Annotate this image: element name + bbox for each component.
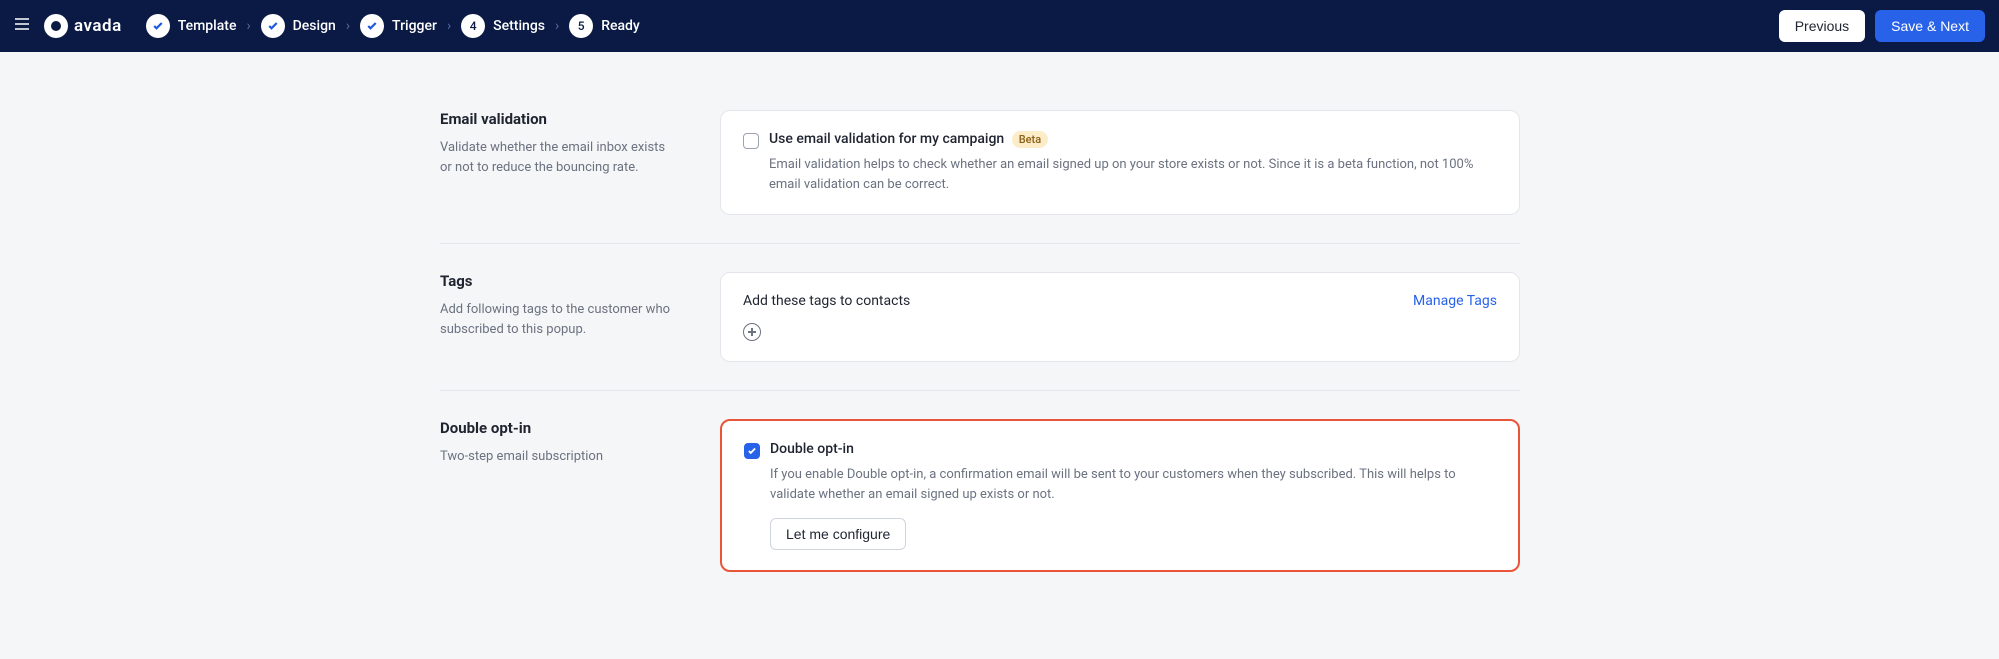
email-validation-checkbox[interactable]	[743, 133, 759, 149]
previous-button[interactable]: Previous	[1779, 10, 1865, 42]
menu-toggle-icon[interactable]	[14, 16, 30, 36]
email-validation-hint: Email validation helps to check whether …	[769, 155, 1497, 194]
step-template[interactable]: Template	[146, 14, 237, 38]
save-next-button[interactable]: Save & Next	[1875, 10, 1985, 42]
section-description: Validate whether the email inbox exists …	[440, 138, 670, 177]
email-validation-card: Use email validation for my campaign Bet…	[720, 110, 1520, 215]
step-number-badge: 5	[569, 14, 593, 38]
section-double-optin: Double opt-in Two-step email subscriptio…	[440, 391, 1520, 600]
chevron-right-icon: ›	[447, 18, 451, 34]
section-title: Tags	[440, 272, 670, 290]
step-ready[interactable]: 5 Ready	[569, 14, 640, 38]
chevron-right-icon: ›	[555, 18, 559, 34]
configure-button[interactable]: Let me configure	[770, 518, 906, 550]
section-description: Two-step email subscription	[440, 447, 670, 467]
section-tags: Tags Add following tags to the customer …	[440, 244, 1520, 391]
manage-tags-link[interactable]: Manage Tags	[1413, 293, 1497, 309]
tags-card-title: Add these tags to contacts	[743, 293, 910, 309]
settings-content: Email validation Validate whether the em…	[420, 52, 1540, 630]
step-design[interactable]: Design	[261, 14, 336, 38]
add-tag-button[interactable]	[743, 323, 761, 341]
plus-icon	[747, 327, 757, 337]
check-icon	[146, 14, 170, 38]
wizard-steps: Template › Design › Trigger › 4 Settings	[146, 14, 640, 38]
step-trigger[interactable]: Trigger	[360, 14, 437, 38]
double-optin-checkbox[interactable]	[744, 443, 760, 459]
step-number-badge: 4	[461, 14, 485, 38]
section-title: Email validation	[440, 110, 670, 128]
chevron-right-icon: ›	[246, 18, 250, 34]
tags-card: Add these tags to contacts Manage Tags	[720, 272, 1520, 362]
beta-badge: Beta	[1012, 131, 1048, 148]
section-description: Add following tags to the customer who s…	[440, 300, 670, 339]
brand-logo-icon	[44, 14, 68, 38]
checkbox-label: Double opt-in	[770, 441, 854, 457]
double-optin-hint: If you enable Double opt-in, a confirmat…	[770, 465, 1496, 504]
top-navigation: avada Template › Design › Trigge	[0, 0, 1999, 52]
checkbox-label: Use email validation for my campaign	[769, 131, 1004, 147]
section-email-validation: Email validation Validate whether the em…	[440, 82, 1520, 244]
chevron-right-icon: ›	[346, 18, 350, 34]
brand-logo[interactable]: avada	[44, 14, 122, 38]
section-title: Double opt-in	[440, 419, 670, 437]
double-optin-card: Double opt-in If you enable Double opt-i…	[720, 419, 1520, 572]
check-icon	[261, 14, 285, 38]
step-settings[interactable]: 4 Settings	[461, 14, 545, 38]
brand-name: avada	[74, 16, 122, 36]
check-icon	[747, 446, 757, 456]
check-icon	[360, 14, 384, 38]
